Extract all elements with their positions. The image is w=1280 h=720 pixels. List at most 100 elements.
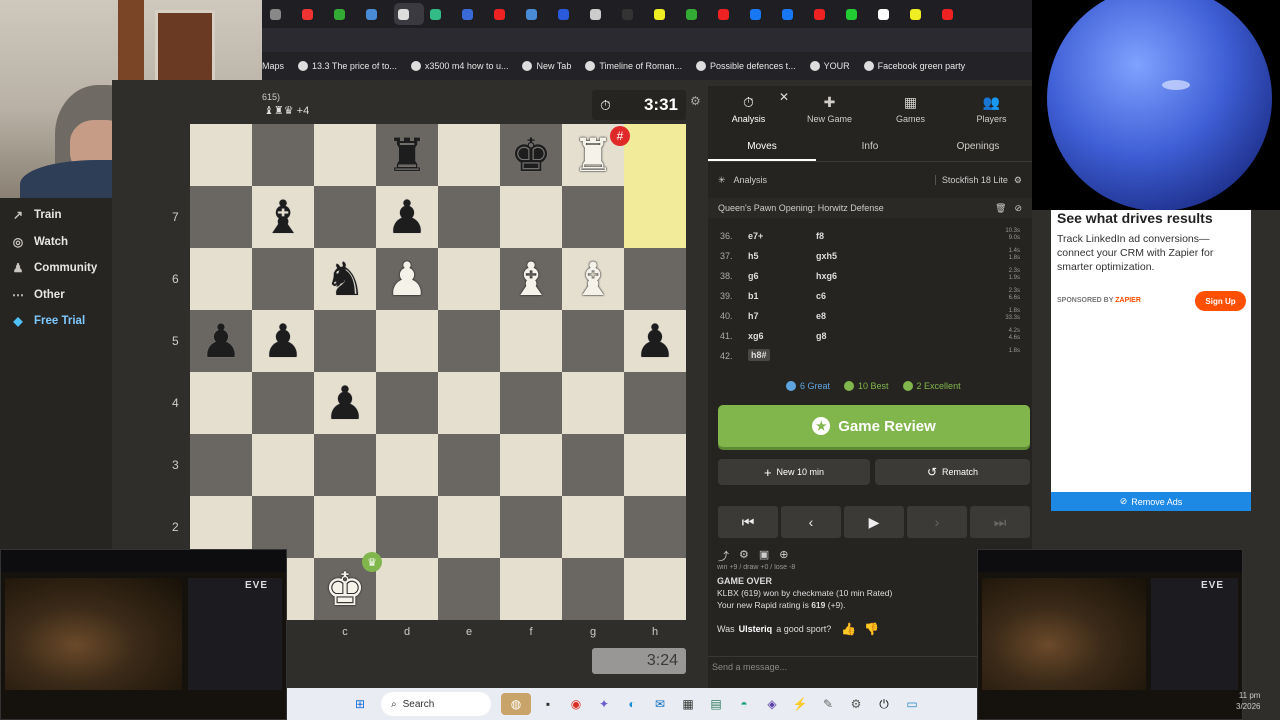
- browser-tab[interactable]: [682, 3, 712, 25]
- browser-tab[interactable]: [554, 3, 584, 25]
- board-square[interactable]: ♞: [314, 248, 376, 310]
- zoom-icon[interactable]: ⊕: [779, 548, 788, 564]
- remove-ads-button[interactable]: ⊘ Remove Ads: [1051, 492, 1251, 511]
- bookmark-item[interactable]: Possible defences t...: [696, 61, 796, 71]
- black-bishop-icon[interactable]: ♝: [262, 194, 303, 240]
- board-square[interactable]: [190, 372, 252, 434]
- board-square[interactable]: ♟: [314, 372, 376, 434]
- play-button[interactable]: ▶: [844, 506, 904, 538]
- browser-tab[interactable]: [874, 3, 904, 25]
- board-square[interactable]: [562, 558, 624, 620]
- board-square[interactable]: [624, 248, 686, 310]
- windows-start-icon[interactable]: ⊞: [349, 693, 371, 715]
- thumbs-up-icon[interactable]: 👍: [841, 622, 856, 636]
- display-app-icon[interactable]: ▭: [901, 693, 923, 715]
- browser-tab[interactable]: [842, 3, 872, 25]
- black-move[interactable]: gxh5: [816, 251, 837, 261]
- board-square[interactable]: [376, 496, 438, 558]
- board-square[interactable]: [252, 434, 314, 496]
- white-bishop-icon[interactable]: ♝: [510, 256, 551, 302]
- bookmark-item[interactable]: New Tab: [522, 61, 571, 71]
- white-bishop-icon[interactable]: ♝: [572, 256, 613, 302]
- board-square[interactable]: [190, 248, 252, 310]
- board-square[interactable]: [376, 558, 438, 620]
- tab-games[interactable]: ▦ Games: [870, 86, 951, 132]
- chess-board[interactable]: ♜ ♚ ♜ ♝ ♟ ♞ ♟ ♝ ♝ ♟ ♟ ♟ ♟ ♚: [190, 124, 686, 620]
- browser-tab[interactable]: [490, 3, 520, 25]
- board-square[interactable]: [190, 434, 252, 496]
- black-pawn-icon[interactable]: ♟: [200, 318, 241, 364]
- board-square[interactable]: [190, 124, 252, 186]
- browser-tab[interactable]: [298, 3, 328, 25]
- ad-signup-button[interactable]: Sign Up: [1195, 291, 1246, 311]
- board-square[interactable]: [624, 558, 686, 620]
- board-square[interactable]: [376, 310, 438, 372]
- chrome-icon[interactable]: ◉: [565, 693, 587, 715]
- white-move[interactable]: b1: [748, 291, 759, 301]
- black-king-icon[interactable]: ♚: [510, 132, 551, 178]
- share-icon[interactable]: ⤴: [718, 548, 729, 564]
- board-square[interactable]: ♟: [252, 310, 314, 372]
- new-game-button[interactable]: + New 10 min: [718, 459, 870, 485]
- browser-tab[interactable]: [458, 3, 488, 25]
- board-square[interactable]: [500, 310, 562, 372]
- black-move[interactable]: e8: [816, 311, 826, 321]
- address-bar[interactable]: [262, 28, 1032, 52]
- board-square[interactable]: [438, 248, 500, 310]
- board-square[interactable]: [314, 124, 376, 186]
- board-square[interactable]: ♜: [376, 124, 438, 186]
- board-square[interactable]: [500, 372, 562, 434]
- board-square[interactable]: [500, 558, 562, 620]
- board-square[interactable]: [376, 434, 438, 496]
- board-square[interactable]: [624, 186, 686, 248]
- white-rook-icon[interactable]: ♜: [572, 132, 613, 178]
- white-move[interactable]: h7: [748, 311, 759, 321]
- grid-app-icon[interactable]: ▦: [677, 693, 699, 715]
- sidebar-item-free-trial[interactable]: ◆ Free Trial: [0, 308, 112, 335]
- board-square[interactable]: [314, 310, 376, 372]
- bookmark-item[interactable]: Maps: [262, 61, 284, 71]
- board-square[interactable]: ♟: [624, 310, 686, 372]
- phone-link-icon[interactable]: ▤: [705, 693, 727, 715]
- browser-tab[interactable]: [394, 3, 424, 25]
- board-square[interactable]: [562, 434, 624, 496]
- board-square[interactable]: ♟: [376, 186, 438, 248]
- black-pawn-icon[interactable]: ♟: [324, 380, 365, 426]
- first-move-button[interactable]: ⏮: [718, 506, 778, 538]
- teams-icon[interactable]: ◓: [733, 693, 755, 715]
- taskbar-app-icon[interactable]: ◍: [501, 693, 531, 715]
- sidebar-item-community[interactable]: ♟ Community: [0, 255, 112, 282]
- board-square[interactable]: [438, 496, 500, 558]
- board-square[interactable]: [500, 186, 562, 248]
- previous-move-button[interactable]: ‹: [781, 506, 841, 538]
- white-move[interactable]: g6: [748, 271, 759, 281]
- tab-players[interactable]: 👥 Players: [951, 86, 1032, 132]
- close-icon[interactable]: ✕: [779, 90, 789, 104]
- taskbar-search[interactable]: ⌕ Search: [381, 692, 491, 716]
- last-move-button[interactable]: ⏭: [970, 506, 1030, 538]
- board-square[interactable]: [562, 186, 624, 248]
- obs-icon[interactable]: ◈: [761, 693, 783, 715]
- video-thumbnail-right[interactable]: EVE: [977, 549, 1243, 720]
- browser-tab[interactable]: [618, 3, 648, 25]
- flash-app-icon[interactable]: ⚡: [789, 693, 811, 715]
- subtab-info[interactable]: Info: [816, 134, 924, 161]
- browser-tab[interactable]: [522, 3, 552, 25]
- bookmark-item[interactable]: 13.3 The price of to...: [298, 61, 397, 71]
- browser-tab[interactable]: [778, 3, 808, 25]
- bookmark-item[interactable]: YOUR: [809, 61, 850, 71]
- white-move[interactable]: h5: [748, 251, 759, 261]
- black-pawn-icon[interactable]: ♟: [386, 194, 427, 240]
- browser-tab[interactable]: [746, 3, 776, 25]
- subtab-moves[interactable]: Moves: [708, 134, 816, 161]
- power-app-icon[interactable]: ⏻: [873, 693, 895, 715]
- black-rook-icon[interactable]: ♜: [386, 132, 427, 178]
- board-square[interactable]: [438, 186, 500, 248]
- board-square[interactable]: ♚: [500, 124, 562, 186]
- bookmark-item[interactable]: x3500 m4 how to u...: [410, 61, 508, 71]
- board-square[interactable]: [252, 248, 314, 310]
- engine-settings-icon[interactable]: ⚙: [1014, 175, 1022, 186]
- board-square[interactable]: [624, 372, 686, 434]
- outlook-icon[interactable]: ✉: [649, 693, 671, 715]
- browser-tab[interactable]: [938, 3, 968, 25]
